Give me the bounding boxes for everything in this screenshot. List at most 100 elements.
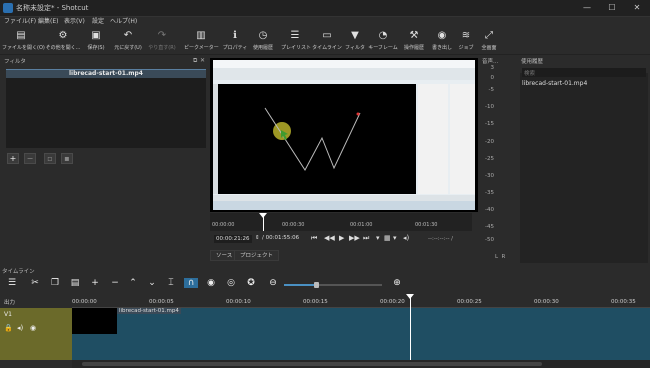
panel-close-icon[interactable]: ✕ xyxy=(200,57,205,64)
mute-icon[interactable]: ◂) xyxy=(17,324,23,332)
scrub-icon[interactable]: ◉ xyxy=(204,278,218,288)
redo-icon: ↷ xyxy=(157,30,167,41)
video-preview[interactable] xyxy=(210,58,478,212)
zoom-dropdown-icon[interactable]: ▾ xyxy=(376,234,380,242)
track-label: V1 xyxy=(4,311,12,318)
copy-icon[interactable]: ❐ xyxy=(48,278,62,288)
play-icon[interactable]: ▶ xyxy=(339,234,344,242)
lift-icon[interactable]: ⌃ xyxy=(126,278,140,288)
rewind-icon[interactable]: ◀◀ xyxy=(324,234,335,242)
fast-forward-icon[interactable]: ▶▶ xyxy=(349,234,360,242)
open-other-icon: ⚙ xyxy=(58,30,68,41)
track-v1[interactable] xyxy=(72,308,650,360)
filter-icon: ▼ xyxy=(351,30,359,41)
lock-icon[interactable]: 🔒 xyxy=(4,324,13,332)
zoom-slider[interactable] xyxy=(284,282,382,288)
filter-clip-name: librecad-start-01.mp4 xyxy=(6,69,206,78)
split-icon[interactable]: ⌶ xyxy=(164,278,178,288)
preview-frame xyxy=(213,60,475,210)
player-scrubber[interactable]: 00:00:00 00:00:30 00:01:00 00:01:30 xyxy=(210,213,472,231)
paste-filter-button[interactable]: ▪ xyxy=(61,153,73,164)
timeline-playhead-marker-icon xyxy=(406,294,414,299)
track-header-v1[interactable]: V1 🔒 ◂) ◉ xyxy=(0,308,72,360)
history-item[interactable]: librecad-start-01.mp4 xyxy=(522,80,587,87)
shotcut-app-icon xyxy=(3,3,13,13)
skip-next-icon[interactable]: ⏭ xyxy=(363,234,369,243)
zoom-out-icon[interactable]: ⊖ xyxy=(266,278,280,288)
remove-filter-button[interactable]: − xyxy=(24,153,36,164)
timeline-scrollbar[interactable] xyxy=(72,360,650,368)
undo-icon: ↶ xyxy=(123,30,133,41)
history-search-field[interactable]: 検索 xyxy=(522,68,646,77)
minimize-button[interactable]: — xyxy=(575,0,599,16)
recent-button[interactable]: ◷ 使用履歴 xyxy=(250,27,276,55)
transport-bar: 00:00:21:26 ⇕ / 00:01:55:06 ⏮ ◀◀ ▶ ▶▶ ⏭ … xyxy=(210,232,472,246)
timeline-scroll-thumb[interactable] xyxy=(82,362,542,366)
current-time-field[interactable]: 00:00:21:26 xyxy=(214,235,252,243)
copy-filter-button[interactable]: ▫ xyxy=(44,153,56,164)
in-out-point: --:--:--:-- / xyxy=(428,236,454,242)
filters-panel-title: フィルタ xyxy=(4,59,26,65)
volume-icon[interactable]: ◂) xyxy=(403,234,409,242)
grid-dropdown-icon[interactable]: ▾ xyxy=(393,234,397,242)
paste-icon[interactable]: ▤ xyxy=(68,278,82,288)
close-button[interactable]: ✕ xyxy=(625,0,649,16)
menu-help[interactable]: ヘルプ(H) xyxy=(110,17,137,27)
open-other-button[interactable]: ⚙ その他を開く... xyxy=(44,27,82,55)
menu-bar: ファイル(F) 編集(E) 表示(V) 設定 ヘルプ(H) xyxy=(0,17,650,27)
timeline-ruler[interactable]: 00:00:00 00:00:05 00:00:10 00:00:15 00:0… xyxy=(72,294,650,308)
skip-previous-icon[interactable]: ⏮ xyxy=(311,234,317,243)
menu-file[interactable]: ファイル(F) xyxy=(4,17,36,27)
timeline-playhead[interactable] xyxy=(410,294,411,360)
overwrite-icon[interactable]: ⌄ xyxy=(145,278,159,288)
append-icon[interactable]: + xyxy=(88,278,102,288)
peak-meter-icon: ▥ xyxy=(196,30,206,41)
tab-project[interactable]: プロジェクト xyxy=(234,250,280,261)
export-button[interactable]: ◉ 書き出し xyxy=(430,27,454,55)
jobs-button[interactable]: ≋ ジョブ xyxy=(456,27,476,55)
history-panel-title: 使用履歴 xyxy=(521,59,544,65)
history-list: 検索 librecad-start-01.mp4 xyxy=(520,68,648,263)
menu-view[interactable]: 表示(V) xyxy=(64,17,85,27)
add-filter-button[interactable]: + xyxy=(7,153,19,164)
panel-float-icon[interactable]: ⧉ xyxy=(193,57,197,65)
grid-icon[interactable]: ▦ xyxy=(384,234,391,242)
keyframes-button[interactable]: ◔ キーフレーム xyxy=(368,27,398,55)
redo-button[interactable]: ↷ やり直す(R) xyxy=(146,27,178,55)
save-button[interactable]: ▣ 保存(S) xyxy=(84,27,108,55)
history-icon: ◷ xyxy=(258,30,268,41)
cut-icon[interactable]: ✂ xyxy=(28,278,42,288)
zoom-slider-handle[interactable] xyxy=(314,282,319,288)
zoom-in-icon[interactable]: ⊕ xyxy=(390,278,404,288)
ripple-all-icon[interactable]: ✪ xyxy=(244,278,258,288)
timeline-button[interactable]: ▭ タイムライン xyxy=(312,27,342,55)
playlist-icon: ☰ xyxy=(290,30,300,41)
output-label: 出力 xyxy=(4,300,16,306)
fullscreen-button[interactable]: ⤢ 全画面 xyxy=(478,27,500,55)
audio-meter: 音声... 3 0 -5 -10 -15 -20 -25 -30 -35 -40… xyxy=(482,59,506,260)
menu-settings[interactable]: 設定 xyxy=(92,17,104,27)
time-spin-icon[interactable]: ⇕ xyxy=(255,235,260,241)
open-file-button[interactable]: ▤ ファイルを開く(O) xyxy=(2,27,45,55)
peak-meter-button[interactable]: ▥ ピークメーター xyxy=(184,27,219,55)
clip-label: librecad-start-01.mp4 xyxy=(117,308,181,314)
timeline-clip[interactable]: librecad-start-01.mp4 xyxy=(72,308,181,334)
fullscreen-icon: ⤢ xyxy=(485,30,493,41)
remove-icon[interactable]: − xyxy=(108,278,122,288)
visibility-eye-icon[interactable]: ◉ xyxy=(30,324,36,332)
maximize-button[interactable]: ☐ xyxy=(600,0,624,16)
jobs-history-button[interactable]: ⚒ 操作履歴 xyxy=(401,27,427,55)
open-file-icon: ▤ xyxy=(16,30,26,41)
snap-icon[interactable]: ∩ xyxy=(184,278,198,288)
undo-button[interactable]: ↶ 元に戻す(U) xyxy=(112,27,144,55)
audio-meter-title: 音声... xyxy=(482,59,499,65)
menu-edit[interactable]: 編集(E) xyxy=(38,17,58,27)
filters-button[interactable]: ▼ フィルタ xyxy=(344,27,366,55)
ripple-icon[interactable]: ◎ xyxy=(224,278,238,288)
properties-button[interactable]: ℹ プロパティ xyxy=(222,27,248,55)
timeline-menu-icon[interactable]: ☰ xyxy=(5,278,19,288)
jobs-history-icon: ⚒ xyxy=(409,30,419,41)
export-icon: ◉ xyxy=(437,30,447,41)
playlist-button[interactable]: ☰ プレイリスト xyxy=(281,27,311,55)
filter-list[interactable] xyxy=(6,78,206,148)
